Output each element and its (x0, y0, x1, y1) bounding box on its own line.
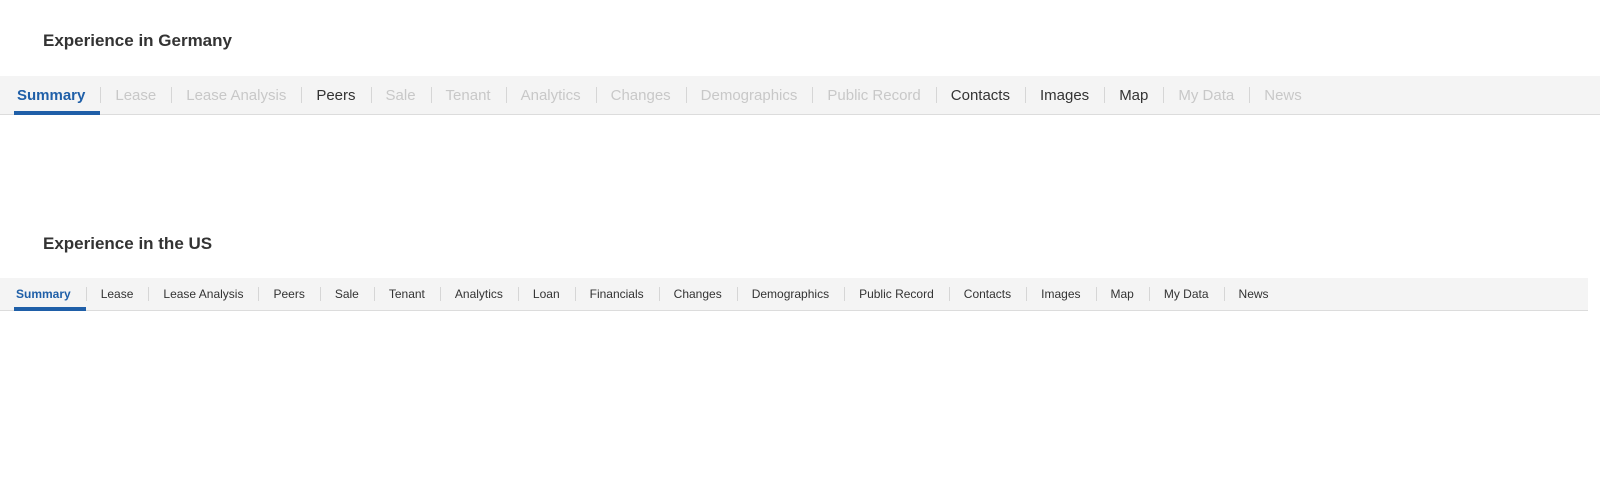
tab-lease: Lease (100, 76, 171, 114)
tab-analytics: Analytics (506, 76, 596, 114)
tab-loan[interactable]: Loan (518, 278, 575, 310)
tab-changes: Changes (596, 76, 686, 114)
tab-label: Analytics (454, 287, 503, 301)
tab-contacts[interactable]: Contacts (949, 278, 1026, 310)
tab-label: My Data (1163, 287, 1209, 301)
tabbar-germany: Summary Lease Lease Analysis Peers Sale Tenan… (0, 76, 1600, 115)
tab-label: Lease Analysis (163, 287, 244, 301)
tab-label: News (1238, 287, 1269, 301)
tab-label: Demographics (751, 287, 830, 301)
tab-news[interactable]: News (1224, 278, 1284, 310)
tab-label: Sale (385, 86, 416, 104)
tab-label: Lease (100, 287, 134, 301)
tab-label: Public Record (859, 287, 934, 301)
tab-label: My Data (1178, 86, 1235, 104)
tab-lease[interactable]: Lease (86, 278, 149, 310)
tab-sale: Sale (371, 76, 431, 114)
tab-label: Tenant (388, 287, 425, 301)
tab-news: News (1249, 76, 1317, 114)
tab-map[interactable]: Map (1096, 278, 1149, 310)
tab-tenant: Tenant (431, 76, 506, 114)
tab-analytics[interactable]: Analytics (440, 278, 518, 310)
tab-label: Summary (16, 287, 71, 301)
tab-summary[interactable]: Summary (14, 278, 86, 311)
tab-label: Images (1039, 86, 1090, 104)
tab-label: Analytics (520, 86, 581, 104)
tab-label: Map (1110, 287, 1134, 301)
tab-label: Changes (610, 86, 671, 104)
tab-label: Loan (532, 287, 560, 301)
tab-public-record[interactable]: Public Record (844, 278, 949, 310)
tab-summary[interactable]: Summary (14, 76, 101, 115)
tab-label: Summary (17, 86, 86, 104)
tab-changes[interactable]: Changes (659, 278, 737, 310)
tab-label: News (1264, 86, 1302, 104)
tab-label: Contacts (950, 86, 1010, 104)
tab-sale[interactable]: Sale (320, 278, 374, 310)
tab-label: Sale (334, 287, 359, 301)
tab-public-record: Public Record (812, 76, 935, 114)
tab-label: Contacts (963, 287, 1012, 301)
tab-my-data: My Data (1163, 76, 1249, 114)
tab-label: Map (1119, 86, 1149, 104)
tab-images[interactable]: Images (1026, 278, 1095, 310)
tab-demographics: Demographics (686, 76, 813, 114)
tab-tenant[interactable]: Tenant (374, 278, 440, 310)
tabbar-us: Summary Lease Lease Analysis Peers Sale Tenan… (0, 278, 1588, 311)
tab-label: Demographics (700, 86, 798, 104)
tab-label: Peers (273, 287, 305, 301)
section-title-us: Experience in the US (43, 234, 213, 253)
section-title-germany: Experience in Germany (43, 31, 232, 50)
page: Experience in Germany Summary Lease Lease … (0, 0, 1600, 478)
tab-label: Financials (589, 287, 644, 301)
tab-images[interactable]: Images (1025, 76, 1104, 114)
tab-my-data[interactable]: My Data (1149, 278, 1224, 310)
tab-peers[interactable]: Peers (301, 76, 370, 114)
tab-lease-analysis: Lease Analysis (171, 76, 301, 114)
tab-label: Lease (115, 86, 157, 104)
tab-label: Lease Analysis (186, 86, 287, 104)
tab-label: Changes (673, 287, 722, 301)
tab-lease-analysis[interactable]: Lease Analysis (148, 278, 258, 310)
tab-label: Images (1041, 287, 1081, 301)
tab-peers[interactable]: Peers (258, 278, 319, 310)
tab-label: Tenant (445, 86, 491, 104)
tab-demographics[interactable]: Demographics (737, 278, 844, 310)
tab-label: Peers (316, 86, 356, 104)
tab-financials[interactable]: Financials (575, 278, 659, 310)
tab-label: Public Record (827, 86, 921, 104)
tab-map[interactable]: Map (1104, 76, 1163, 114)
tab-contacts[interactable]: Contacts (936, 76, 1025, 114)
